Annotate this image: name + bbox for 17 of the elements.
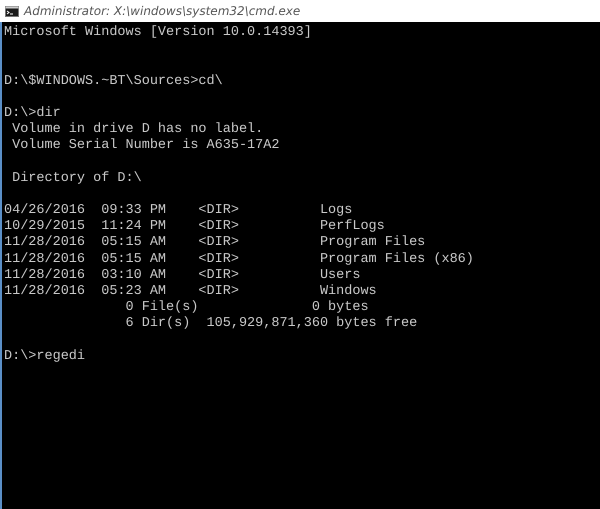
console-icon	[5, 6, 19, 16]
console-line: D:\>regedi	[4, 348, 86, 365]
console-line: D:\>dir	[4, 106, 61, 122]
window-title: Administrator: X:\windows\system32\cmd.exe	[24, 4, 300, 18]
console-line: 11/28/2016 05:15 AM <DIR> Program Files (x86)	[4, 252, 474, 268]
console-line: 11/28/2016 05:15 AM <DIR> Program Files	[4, 235, 426, 252]
console-line: D:\$WINDOWS.~BT\Sources>cd\	[4, 74, 223, 90]
console-line: 11/28/2016 03:10 AM <DIR> Users	[4, 268, 360, 284]
console-line: 11/28/2016 05:23 AM <DIR> Windows	[4, 284, 377, 300]
console-line: 10/29/2015 11:24 PM <DIR> PerfLogs	[4, 219, 385, 235]
console-line: 0 File(s) 0 bytes	[124, 300, 369, 316]
console-line: Microsoft Windows [Version 10.0.14393]	[4, 25, 312, 42]
console-line: Volume in drive D has no label.	[11, 122, 264, 138]
console-line: 04/26/2016 09:33 PM <DIR> Logs	[4, 203, 352, 219]
console-line: Volume Serial Number is A635-17A2	[11, 138, 280, 154]
console-line: Directory of D:\	[11, 170, 142, 187]
console-line: 6 Dir(s) 105,929,871,360 bytes free	[124, 316, 418, 333]
